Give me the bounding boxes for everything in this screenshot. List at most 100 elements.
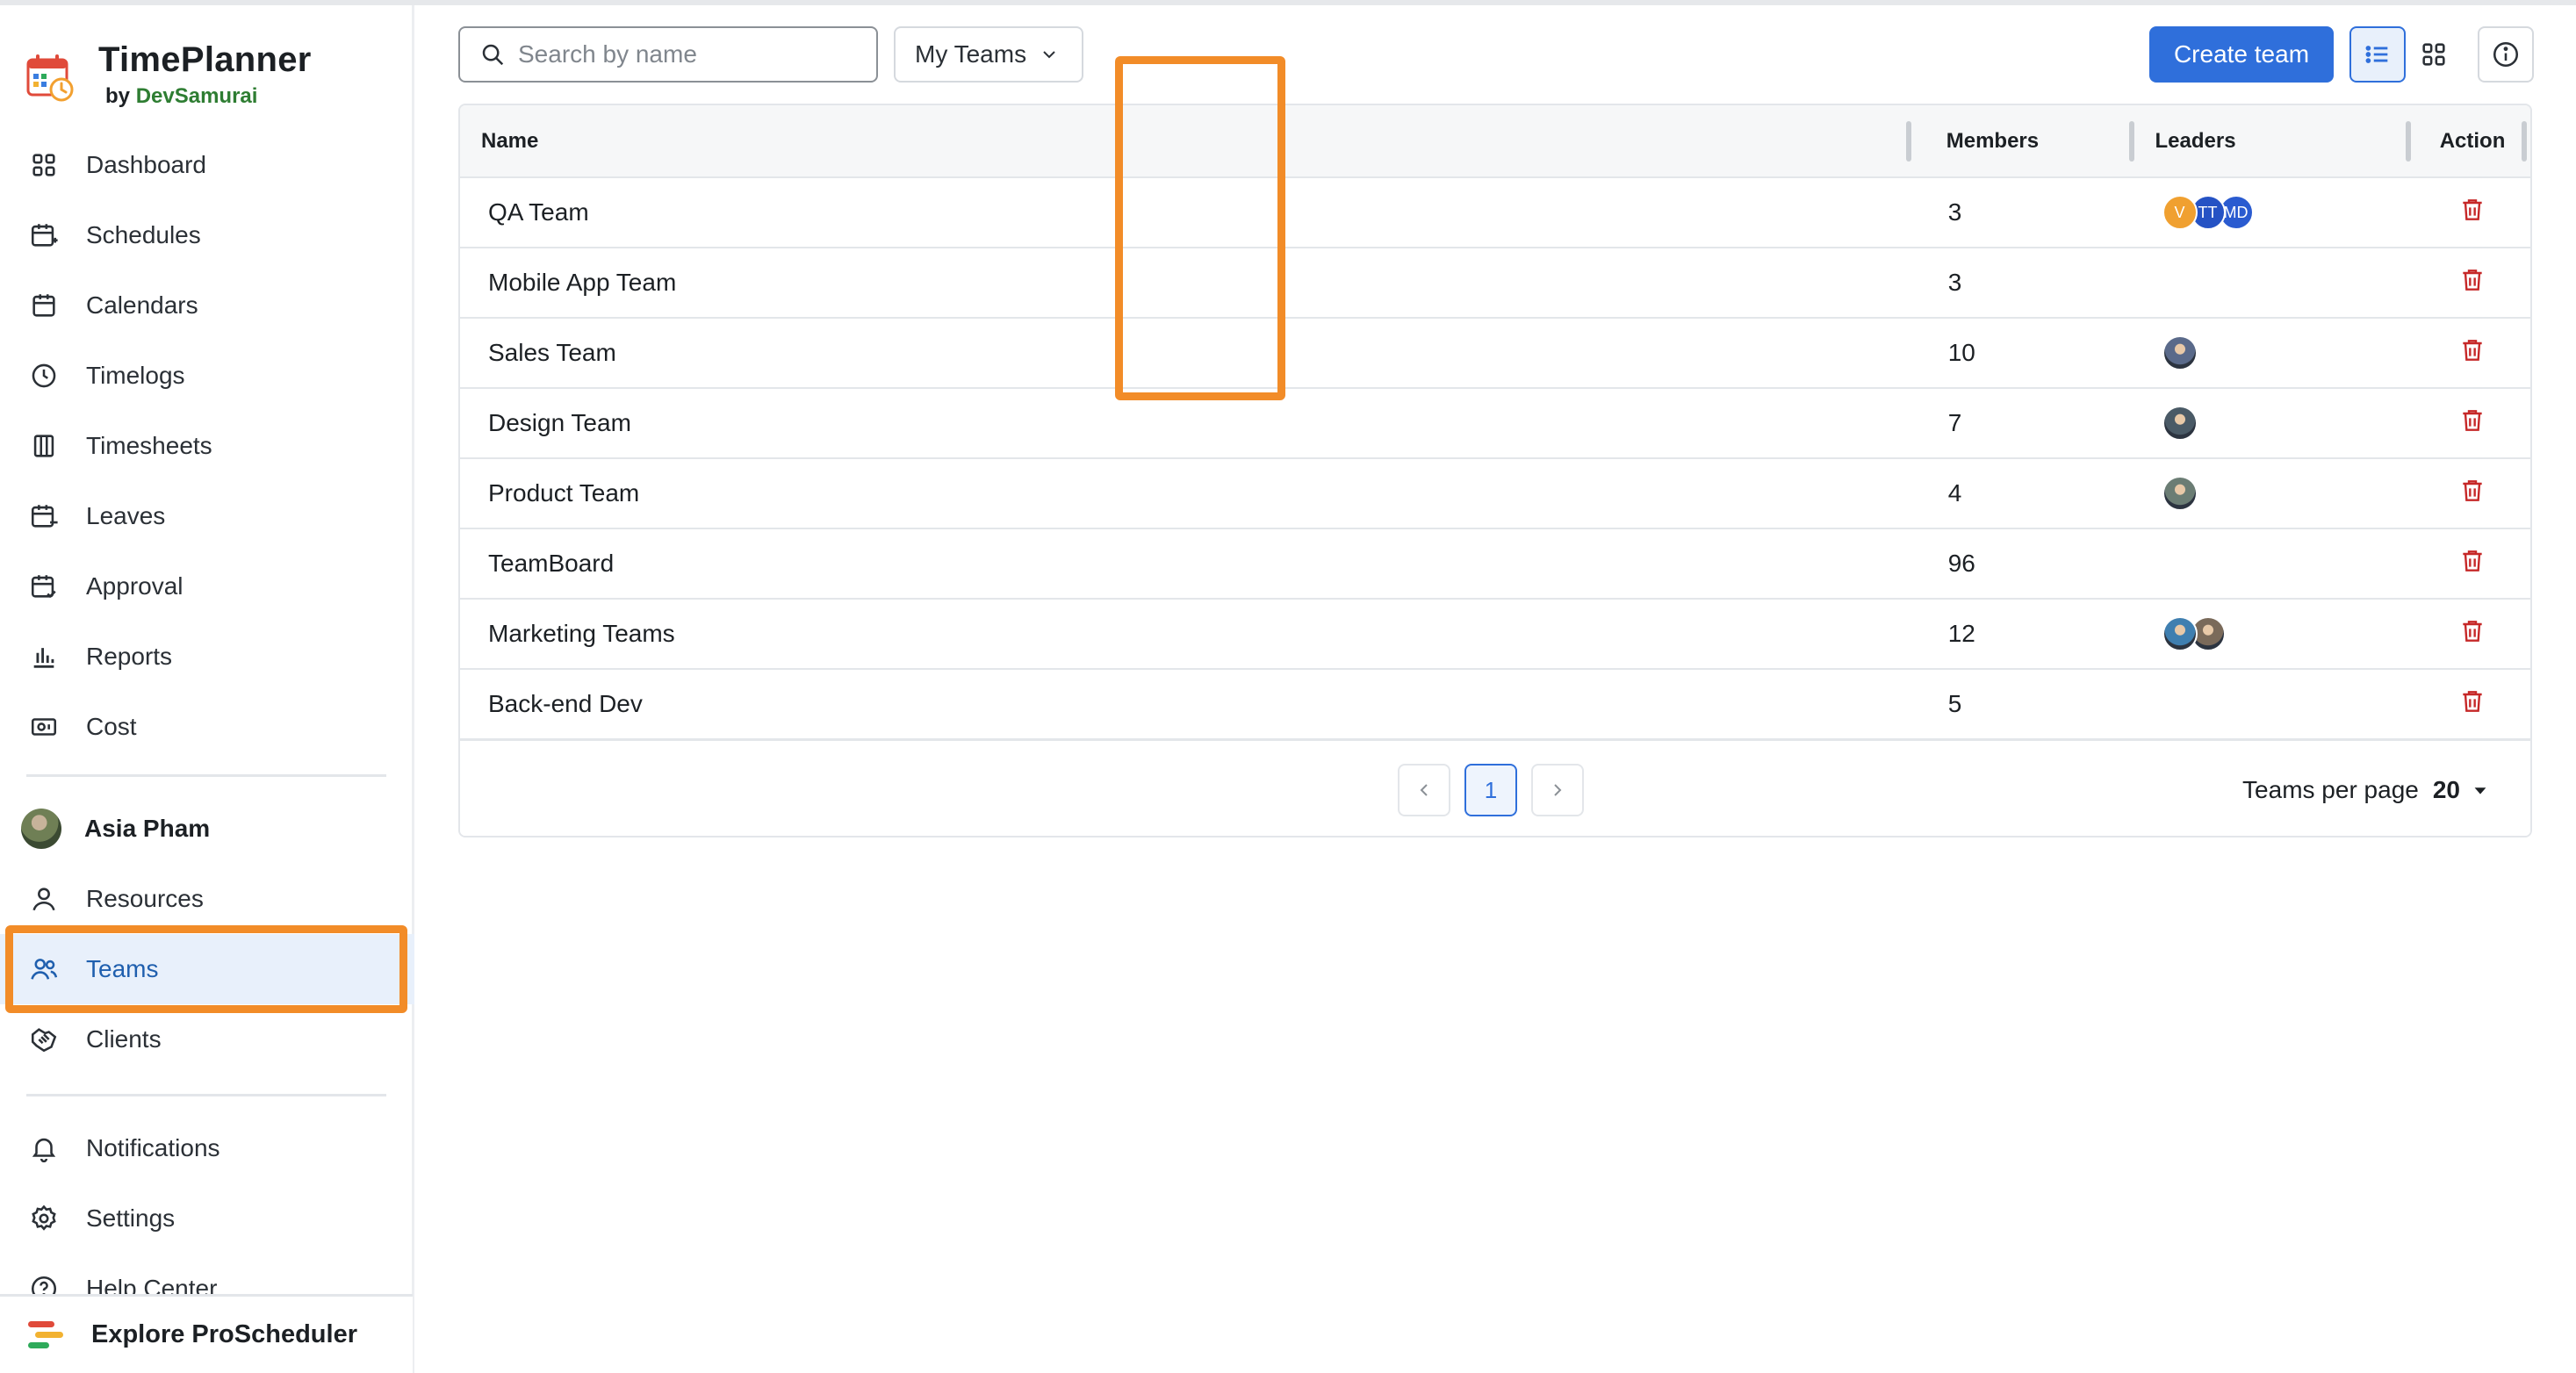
team-leaders-cell: [2126, 669, 2415, 739]
clock-icon: [28, 360, 60, 392]
next-page-button[interactable]: [1531, 764, 1584, 816]
table-header-row: Name Members Leaders Action: [460, 105, 2530, 178]
people-icon: [28, 953, 60, 985]
calendar-plus-icon: [28, 219, 60, 251]
column-header-name[interactable]: Name: [460, 105, 1915, 178]
column-resize-handle[interactable]: [2128, 121, 2134, 162]
sidebar-item-label: Approval: [86, 572, 183, 600]
table-row[interactable]: Mobile App Team 3: [460, 248, 2530, 318]
sidebar-item-calendars[interactable]: Calendars: [0, 270, 414, 341]
sidebar-item-label: Calendars: [86, 291, 198, 319]
avatar[interactable]: [2162, 335, 2198, 370]
team-leaders-cell: V TT MD: [2126, 177, 2415, 248]
column-resize-handle[interactable]: [1905, 121, 1911, 162]
sidebar-item-notifications[interactable]: Notifications: [0, 1113, 414, 1183]
chevron-right-icon: [1554, 784, 1562, 796]
team-name-cell[interactable]: Back-end Dev: [460, 669, 1915, 739]
sidebar-item-approval[interactable]: Approval: [0, 551, 414, 622]
delete-team-button[interactable]: [2458, 409, 2486, 441]
list-view-button[interactable]: [2349, 26, 2406, 83]
per-page-selector[interactable]: Teams per page 20: [2242, 776, 2490, 804]
calendar-check-icon: [28, 571, 60, 602]
previous-page-button[interactable]: [1398, 764, 1450, 816]
table-row[interactable]: Sales Team 10: [460, 318, 2530, 388]
column-header-members[interactable]: Members: [1914, 105, 2126, 178]
sidebar-item-teams[interactable]: Teams: [0, 934, 414, 1004]
sidebar-item-settings[interactable]: Settings: [0, 1183, 414, 1254]
team-leaders-cell: [2126, 458, 2415, 528]
table-row[interactable]: Marketing Teams 12: [460, 599, 2530, 669]
sidebar-divider: [26, 1094, 386, 1096]
delete-team-button[interactable]: [2458, 550, 2486, 581]
sidebar-item-timesheets[interactable]: Timesheets: [0, 411, 414, 481]
table-row[interactable]: TeamBoard 96: [460, 528, 2530, 599]
column-resize-handle[interactable]: [2406, 121, 2412, 162]
team-name-cell[interactable]: TeamBoard: [460, 528, 1915, 599]
sidebar-item-reports[interactable]: Reports: [0, 622, 414, 692]
cost-icon: [28, 711, 60, 743]
table-row[interactable]: Design Team 7: [460, 388, 2530, 458]
column-header-leaders[interactable]: Leaders: [2125, 105, 2415, 178]
avatar[interactable]: [2162, 616, 2198, 651]
team-name-cell[interactable]: Sales Team: [460, 318, 1915, 388]
column-resize-handle[interactable]: [2522, 121, 2527, 162]
team-name-cell[interactable]: Product Team: [460, 458, 1915, 528]
team-filter-select[interactable]: My Teams: [894, 26, 1083, 83]
delete-team-button[interactable]: [2458, 339, 2486, 370]
trash-icon: [2463, 550, 2482, 571]
table-row[interactable]: Back-end Dev 5: [460, 669, 2530, 739]
list-icon: [2365, 46, 2388, 63]
create-team-button[interactable]: Create team: [2149, 26, 2334, 83]
explore-proscheduler-button[interactable]: Explore ProScheduler: [0, 1294, 413, 1373]
sidebar-item-label: Teams: [86, 955, 159, 982]
team-members-cell: 96: [1947, 550, 1975, 577]
delete-team-button[interactable]: [2458, 269, 2486, 300]
sidebar-user[interactable]: Asia Pham: [0, 794, 414, 864]
delete-team-button[interactable]: [2458, 620, 2486, 651]
table-row[interactable]: QA Team 3 V TT MD: [460, 177, 2530, 248]
bar-chart-icon: [28, 641, 60, 672]
info-button[interactable]: [2478, 26, 2534, 83]
avatar[interactable]: V: [2162, 195, 2198, 230]
sidebar-item-leaves[interactable]: Leaves: [0, 481, 414, 551]
avatar[interactable]: [2162, 406, 2198, 441]
person-icon: [28, 883, 60, 915]
search-box[interactable]: [458, 26, 878, 83]
timeplanner-logo-icon: [26, 54, 74, 102]
avatar[interactable]: [2162, 476, 2198, 511]
pagination-bar: 1 Teams per page 20: [460, 739, 2530, 836]
leader-avatar-group: [2162, 616, 2415, 651]
leader-avatar-group: V TT MD: [2162, 195, 2415, 230]
explore-label: Explore ProScheduler: [91, 1320, 357, 1348]
team-name-cell[interactable]: Design Team: [460, 388, 1915, 458]
team-leaders-cell: [2126, 599, 2415, 669]
team-name-cell[interactable]: QA Team: [460, 177, 1915, 248]
sidebar-item-schedules[interactable]: Schedules: [0, 200, 414, 270]
sidebar-item-timelogs[interactable]: Timelogs: [0, 341, 414, 411]
brand[interactable]: TimePlanner by DevSamurai: [25, 39, 312, 109]
table-row[interactable]: Product Team 4: [460, 458, 2530, 528]
sidebar-item-label: Notifications: [86, 1134, 220, 1161]
team-members-cell: 5: [1947, 690, 1962, 717]
team-name-cell[interactable]: Mobile App Team: [460, 248, 1915, 318]
avatar: [21, 809, 61, 849]
sidebar-item-label: Cost: [86, 713, 137, 740]
page-1-button[interactable]: 1: [1464, 764, 1517, 816]
team-leaders-cell: [2126, 388, 2415, 458]
per-page-label: Teams per page: [2242, 776, 2419, 803]
handshake-icon: [28, 1024, 60, 1055]
sidebar-item-dashboard[interactable]: Dashboard: [0, 130, 414, 200]
delete-team-button[interactable]: [2458, 690, 2486, 722]
team-name-cell[interactable]: Marketing Teams: [460, 599, 1915, 669]
delete-team-button[interactable]: [2458, 479, 2486, 511]
sidebar-item-clients[interactable]: Clients: [0, 1004, 414, 1075]
trash-icon: [2463, 690, 2482, 712]
sidebar-item-resources[interactable]: Resources: [0, 864, 414, 934]
grid-view-button[interactable]: [2406, 26, 2462, 83]
team-action-cell: [2414, 528, 2530, 599]
sidebar-item-cost[interactable]: Cost: [0, 692, 414, 762]
proscheduler-logo-icon: [28, 1320, 63, 1348]
search-input[interactable]: [518, 40, 869, 68]
delete-team-button[interactable]: [2458, 198, 2486, 230]
leader-avatar-group: [2162, 335, 2415, 370]
